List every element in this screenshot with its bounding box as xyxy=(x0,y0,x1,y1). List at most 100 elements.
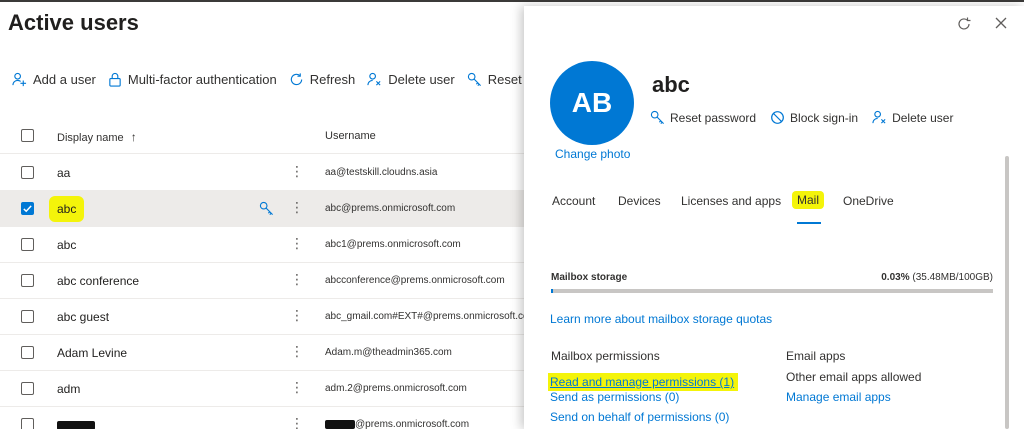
user-display-name-cell[interactable]: abc xyxy=(49,196,85,222)
delete-user-button[interactable]: Delete user xyxy=(367,71,455,87)
block-icon xyxy=(771,111,784,124)
table-row[interactable]: abc conference ⋮ abcconference@prems.onmic… xyxy=(0,263,540,299)
delete-user-label: Delete user xyxy=(388,71,455,87)
active-users-page: Active users Add a user Multi-factor aut… xyxy=(0,2,540,429)
row-more-options-icon[interactable]: ⋮ xyxy=(290,164,304,178)
refresh-label: Refresh xyxy=(309,71,356,87)
avatar-initials: AB xyxy=(571,87,613,118)
row-more-options-icon[interactable]: ⋮ xyxy=(290,200,304,214)
user-display-name-cell[interactable]: abc guest xyxy=(57,310,109,324)
table-row[interactable]: abc guest ⋮ abc_gmail.com#EXT#@prems.onmic… xyxy=(0,299,540,335)
learn-more-storage-link[interactable]: Learn more about mailbox storage quotas xyxy=(550,312,772,326)
block-signin-action[interactable]: Block sign-in xyxy=(770,110,858,125)
add-user-button[interactable]: Add a user xyxy=(12,72,96,87)
checkmark-icon xyxy=(23,205,32,213)
tab-account[interactable]: Account xyxy=(552,194,595,208)
username-column-header[interactable]: Username xyxy=(325,130,376,142)
delete-person-icon xyxy=(872,110,886,124)
username-text: abc_gmail.com#EXT#@prems.onmicrosoft.co xyxy=(325,311,529,322)
delete-user-action[interactable]: Delete user xyxy=(872,110,953,125)
user-display-name-cell[interactable]: abc xyxy=(57,238,76,252)
refresh-icon xyxy=(290,72,302,85)
change-photo-link[interactable]: Change photo xyxy=(555,147,630,161)
close-icon[interactable] xyxy=(994,16,1008,30)
tab-onedrive[interactable]: OneDrive xyxy=(843,194,894,208)
storage-progress-fill xyxy=(551,289,553,293)
username-cell: abc_gmail.com#EXT#@prems.onmicrosoft.co xyxy=(325,311,529,322)
key-icon xyxy=(650,110,664,124)
user-detail-panel: AB Change photo abc Reset password Block… xyxy=(524,6,1024,429)
row-more-options-icon[interactable]: ⋮ xyxy=(290,236,304,250)
user-display-name-cell[interactable]: aa xyxy=(57,166,70,180)
username-text: abcconference@prems.onmicrosoft.com xyxy=(325,275,505,286)
display-name-column-header[interactable]: Display name ↑ xyxy=(57,130,137,144)
active-tab-indicator xyxy=(797,222,821,224)
email-apps-status: Other email apps allowed xyxy=(786,370,922,384)
user-display-name-cell[interactable] xyxy=(57,418,95,429)
table-row[interactable]: aa ⋮ aa@testskill.cloudns.asia xyxy=(0,155,540,191)
row-checkbox[interactable] xyxy=(21,418,34,429)
mailbox-storage-value: 0.03% (35.48MB/100GB) xyxy=(881,272,993,283)
username-cell: aa@testskill.cloudns.asia xyxy=(325,167,437,178)
refresh-button[interactable]: Refresh xyxy=(289,71,356,87)
storage-percent: 0.03% xyxy=(881,272,910,283)
table-row[interactable]: abc ⋮ abc@prems.onmicrosoft.com xyxy=(0,191,540,227)
table-row[interactable]: ⋮ @prems.onmicrosoft.com xyxy=(0,407,540,429)
username-cell: abcconference@prems.onmicrosoft.com xyxy=(325,275,505,286)
avatar: AB xyxy=(550,61,634,145)
display-name-header-label: Display name xyxy=(57,132,124,144)
username-text: @prems.onmicrosoft.com xyxy=(355,419,470,429)
add-user-label: Add a user xyxy=(33,71,96,87)
row-checkbox[interactable] xyxy=(21,310,34,323)
table-header: Display name ↑ Username xyxy=(0,118,540,154)
row-more-options-icon[interactable]: ⋮ xyxy=(290,272,304,286)
row-more-options-icon[interactable]: ⋮ xyxy=(290,344,304,358)
add-person-icon xyxy=(12,72,27,86)
user-display-name: abc xyxy=(652,72,690,97)
user-display-name-cell[interactable]: adm xyxy=(57,382,80,396)
row-more-options-icon[interactable]: ⋮ xyxy=(290,380,304,394)
user-display-name-cell[interactable]: Adam Levine xyxy=(57,346,127,360)
reset-password-action[interactable]: Reset password xyxy=(650,110,756,125)
user-actions: Reset password Block sign-in Delete user xyxy=(650,110,967,125)
table-row[interactable]: adm ⋮ adm.2@prems.onmicrosoft.com xyxy=(0,371,540,407)
send-on-behalf-permissions-link[interactable]: Send on behalf of permissions (0) xyxy=(550,410,729,424)
row-checkbox[interactable] xyxy=(21,202,34,215)
row-more-options-icon[interactable]: ⋮ xyxy=(290,416,304,429)
send-as-permissions-link[interactable]: Send as permissions (0) xyxy=(550,390,679,404)
row-checkbox[interactable] xyxy=(21,274,34,287)
mfa-button[interactable]: Multi-factor authentication xyxy=(108,72,277,87)
row-more-options-icon[interactable]: ⋮ xyxy=(290,308,304,322)
sort-ascending-icon: ↑ xyxy=(130,130,137,144)
row-checkbox[interactable] xyxy=(21,346,34,359)
storage-progress-bar xyxy=(551,289,993,293)
read-manage-permissions-link[interactable]: Read and manage permissions (1) xyxy=(548,373,739,391)
row-checkbox[interactable] xyxy=(21,166,34,179)
user-display-name-cell[interactable]: abc conference xyxy=(57,274,139,288)
lock-icon xyxy=(109,72,121,87)
tab-mail[interactable]: Mail xyxy=(792,191,825,209)
delete-person-icon xyxy=(367,72,381,86)
username-cell: adm.2@prems.onmicrosoft.com xyxy=(325,383,467,394)
tab-devices[interactable]: Devices xyxy=(618,194,661,208)
storage-detail: (35.48MB/100GB) xyxy=(912,272,993,283)
username-cell: Adam.m@theadmin365.com xyxy=(325,347,452,358)
username-cell: abc1@prems.onmicrosoft.com xyxy=(325,239,461,250)
username-text: abc@prems.onmicrosoft.com xyxy=(325,203,456,214)
block-signin-label: Block sign-in xyxy=(790,110,859,125)
mailbox-permissions-heading: Mailbox permissions xyxy=(551,349,660,363)
tab-licenses-and-apps[interactable]: Licenses and apps xyxy=(681,194,781,208)
mfa-label: Multi-factor authentication xyxy=(127,71,277,87)
row-key-icon[interactable] xyxy=(259,201,274,216)
row-checkbox[interactable] xyxy=(21,238,34,251)
table-row[interactable]: Adam Levine ⋮ Adam.m@theadmin365.com xyxy=(0,335,540,371)
row-checkbox[interactable] xyxy=(21,382,34,395)
toolbar: Add a user Multi-factor authentication R… xyxy=(12,68,540,90)
panel-scrollbar[interactable] xyxy=(1005,156,1009,429)
page-title: Active users xyxy=(8,10,139,35)
table-row[interactable]: abc ⋮ abc1@prems.onmicrosoft.com xyxy=(0,227,540,263)
panel-refresh-icon[interactable] xyxy=(956,16,972,32)
manage-email-apps-link[interactable]: Manage email apps xyxy=(786,390,891,404)
select-all-checkbox[interactable] xyxy=(21,129,34,142)
key-icon xyxy=(467,72,481,86)
